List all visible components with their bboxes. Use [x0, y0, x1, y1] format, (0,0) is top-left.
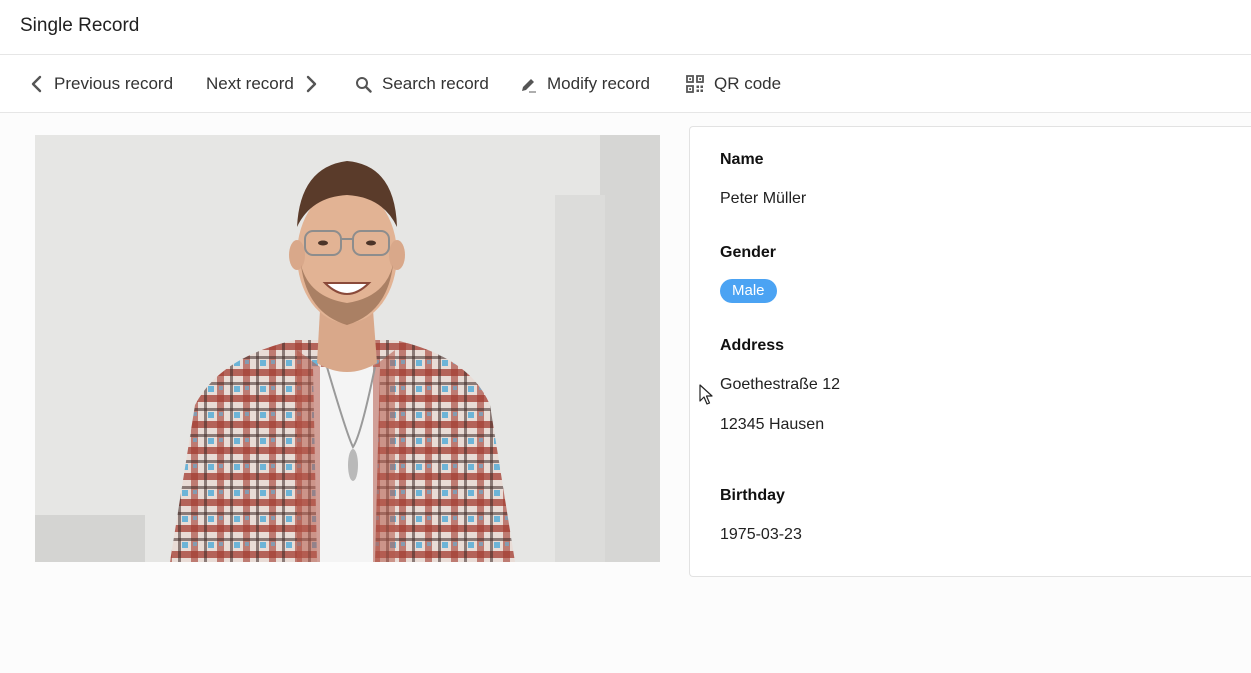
name-value: Peter Müller — [720, 190, 807, 207]
search-icon — [355, 76, 372, 93]
qr-code-icon — [686, 75, 704, 93]
next-record-label: Next record — [206, 74, 294, 93]
chevron-left-icon — [30, 75, 44, 93]
search-record-label: Search record — [382, 74, 489, 93]
previous-record-label: Previous record — [54, 74, 174, 93]
birthday-value: 1975-03-23 — [720, 526, 802, 543]
qr-code-button[interactable]: QR code — [686, 55, 781, 113]
address-line-1: Goethestraße 12 — [720, 376, 841, 393]
birthday-label: Birthday — [720, 487, 785, 504]
person-photo-illustration — [35, 135, 660, 562]
next-record-button[interactable]: Next record — [206, 55, 318, 113]
record-photo — [35, 135, 660, 562]
gender-label: Gender — [720, 244, 777, 261]
previous-record-button[interactable]: Previous record — [30, 55, 173, 113]
name-label: Name — [720, 151, 764, 168]
modify-record-label: Modify record — [547, 74, 650, 93]
search-record-button[interactable]: Search record — [355, 55, 489, 113]
chevron-right-icon — [304, 75, 318, 93]
address-line-2: 12345 Hausen — [720, 416, 825, 433]
pencil-icon — [520, 76, 537, 93]
qr-code-label: QR code — [714, 74, 782, 93]
title-bar: Single Record — [0, 0, 1251, 55]
address-label: Address — [720, 337, 785, 354]
gender-tag: Male — [720, 279, 777, 303]
mouse-cursor-icon — [699, 384, 713, 411]
record-details-panel: Name Peter Müller Gender Male Address Go… — [689, 126, 1251, 577]
modify-record-button[interactable]: Modify record — [520, 55, 650, 113]
page-title: Single Record — [20, 15, 140, 36]
record-toolbar: Previous record Next record Search recor… — [0, 55, 1251, 113]
